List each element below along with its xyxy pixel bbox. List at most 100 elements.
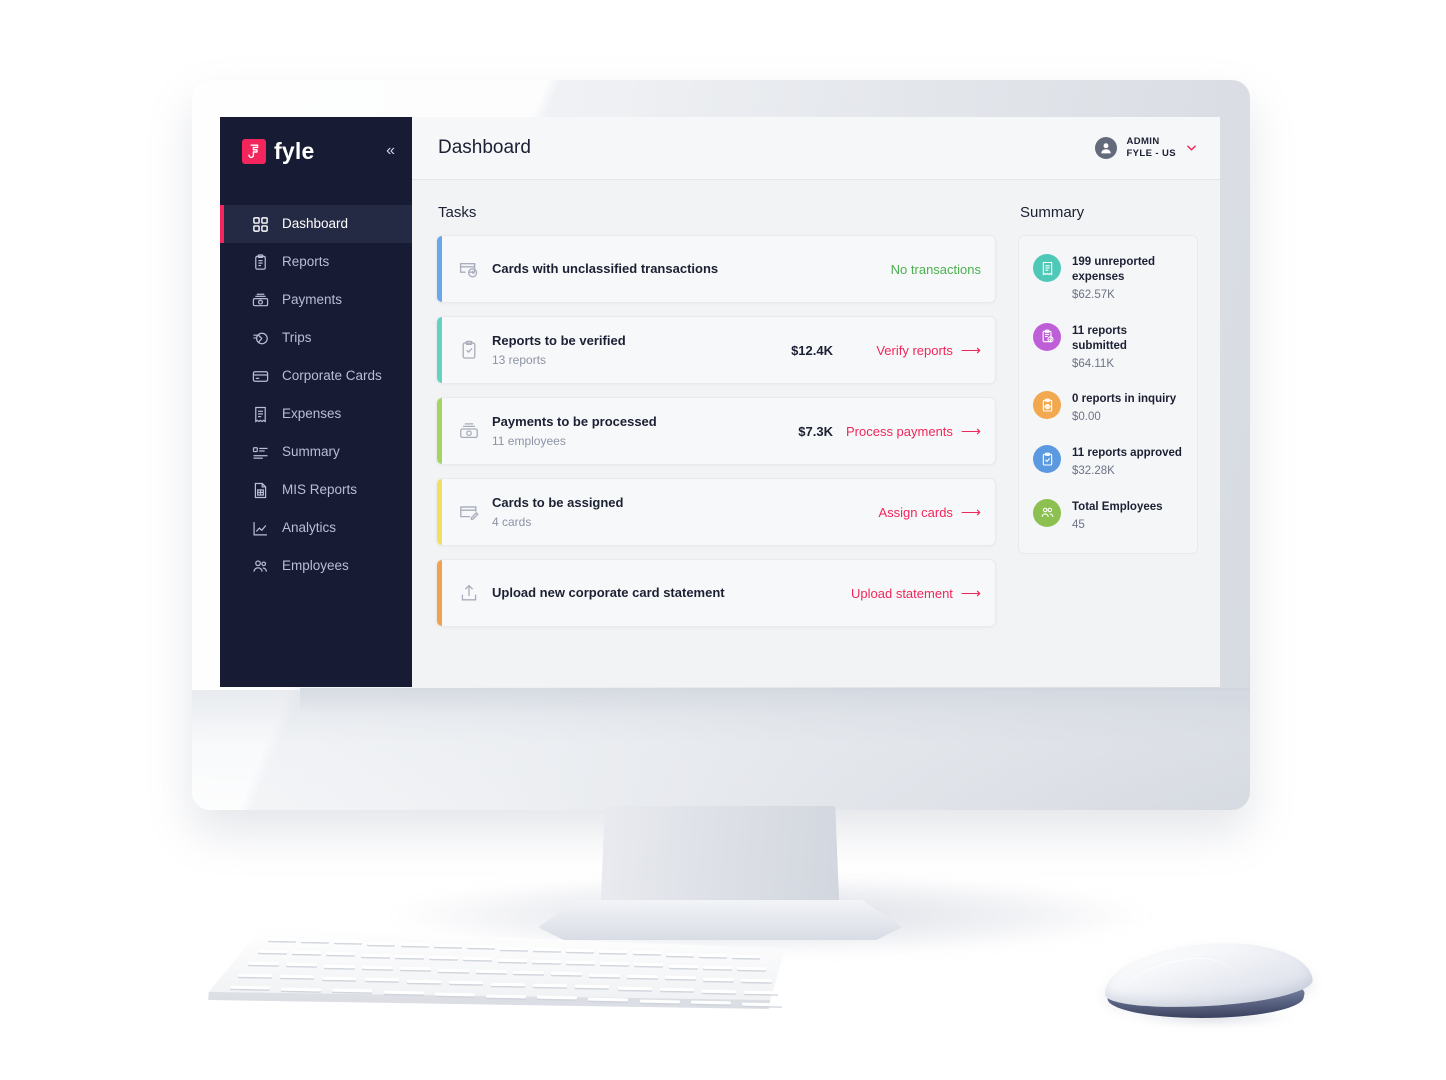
sidebar-item-label: Employees (282, 558, 349, 574)
banknote-icon (252, 293, 269, 306)
sidebar-item-corporate-cards[interactable]: Corporate Cards (220, 357, 412, 395)
tasks-heading: Tasks (438, 204, 477, 221)
sidebar-item-dashboard[interactable]: Dashboard (220, 205, 412, 243)
task-accent-bar (437, 398, 442, 464)
sidebar-item-mis-reports[interactable]: MIS Reports (220, 471, 412, 509)
trips-icon (253, 332, 268, 344)
upload-statement-link[interactable]: Upload statement ⟶ (833, 586, 981, 601)
keyboard-key (497, 958, 527, 962)
task-accent-bar (437, 317, 442, 383)
sidebar-item-label: Dashboard (282, 216, 349, 232)
receipt-icon (1033, 254, 1061, 282)
keyboard-key (301, 938, 330, 943)
process-payments-link[interactable]: Process payments ⟶ (833, 424, 981, 439)
keyboard-key (326, 952, 356, 956)
desktop-scene: fyle « Dashboard Reports Payments Trips … (0, 0, 1446, 1080)
keyboard-key (741, 1002, 783, 1007)
people-icon (1033, 498, 1061, 527)
assign-cards-link[interactable]: Assign cards ⟶ (833, 504, 982, 520)
keyboard-key (736, 966, 767, 971)
keyboard-key (475, 969, 507, 974)
keyboard-key (437, 968, 469, 972)
upload-icon (461, 584, 477, 601)
magic-mouse[interactable] (1098, 936, 1328, 1032)
keyboard-key (698, 953, 727, 958)
summary-item-label: 11 reports submitted (1072, 324, 1127, 352)
keyboard-key (267, 937, 297, 942)
task-text-block: Upload new corporate card statement (492, 585, 741, 601)
keyboard-key (394, 954, 424, 959)
sidebar-item-reports[interactable]: Reports (220, 243, 412, 281)
sidebar-item-expenses[interactable]: Expenses (220, 395, 412, 433)
keyboard-key (280, 975, 315, 979)
keyboard-key (575, 985, 610, 989)
summary-text-block: 11 reports submitted $64.11K (1072, 323, 1183, 372)
summary-item-total-employees[interactable]: Total Employees 45 (1033, 498, 1183, 533)
task-action-label: Assign cards (878, 504, 953, 520)
task-row-unclassified-transactions[interactable]: Cards with unclassified transactions No … (436, 235, 996, 303)
chart-line-icon (253, 521, 267, 536)
keyboard-key (668, 964, 698, 968)
keyboard-key (600, 961, 630, 966)
keyboard-key (361, 965, 393, 970)
magic-keyboard[interactable] (200, 928, 785, 1018)
task-text-block: Reports to be verified 13 reports (492, 333, 741, 368)
keyboard-key (632, 951, 661, 955)
keyboard-key (537, 995, 578, 1000)
sidebar-item-employees[interactable]: Employees (220, 547, 412, 585)
sidebar-item-summary[interactable]: Summary (220, 433, 412, 471)
keyboard-key (634, 963, 664, 967)
sidebar-item-payments[interactable]: Payments (220, 281, 412, 319)
keyboard-key (485, 994, 527, 998)
document-grid-icon (254, 482, 267, 498)
summary-heading: Summary (1020, 204, 1085, 221)
task-row-cards-to-be-assigned[interactable]: Cards to be assigned 4 cards Assign card… (436, 478, 996, 546)
keyboard-key (463, 957, 493, 961)
keyboard-key (551, 972, 583, 976)
keyboard-key (399, 966, 431, 971)
sidebar-item-trips[interactable]: Trips (220, 319, 412, 357)
keyboard-key (531, 959, 561, 963)
keyboard-key (490, 982, 526, 986)
summary-item-value: $62.57K (1072, 288, 1115, 301)
summary-item-unreported-expenses[interactable]: 199 unreported expenses $62.57K (1033, 254, 1183, 303)
task-text-block: Cards to be assigned 4 cards (492, 495, 741, 530)
sidebar-item-label: Payments (282, 292, 343, 308)
profile-menu[interactable]: ADMIN FYLE - US (1095, 136, 1196, 160)
keyboard-key (229, 985, 271, 990)
keyboard-key (406, 979, 441, 983)
arrow-right-icon: ⟶ (960, 504, 981, 520)
keyboard-key (247, 961, 280, 966)
keyboard-key (565, 960, 595, 965)
keyboard-key (237, 973, 273, 978)
keyboard-key (334, 940, 363, 944)
clipboard-check-icon (462, 340, 476, 359)
verify-reports-link[interactable]: Verify reports ⟶ (833, 343, 981, 358)
task-row-upload-statement[interactable]: Upload new corporate card statement Uplo… (436, 559, 996, 627)
list-icon (252, 446, 268, 459)
sidebar-item-label: Corporate Cards (282, 368, 382, 384)
keyboard-key (627, 974, 659, 979)
arrow-right-icon: ⟶ (960, 585, 981, 601)
task-title: Upload new corporate card statement (492, 584, 725, 600)
sidebar-item-analytics[interactable]: Analytics (220, 509, 412, 547)
task-row-payments-to-be-processed[interactable]: Payments to be processed 11 employees $7… (436, 397, 996, 465)
keyboard-key (323, 964, 355, 968)
topbar: Dashboard ADMIN FYLE - US (412, 117, 1220, 180)
chevron-down-icon[interactable] (1187, 144, 1196, 153)
task-action-label: Process payments (845, 423, 953, 439)
summary-item-reports-submitted[interactable]: 11 reports submitted $64.11K (1033, 322, 1183, 372)
summary-item-label: 11 reports approved (1072, 447, 1182, 460)
keyboard-key (281, 987, 322, 992)
keyboard-key (731, 954, 761, 959)
keyboard-key (703, 977, 735, 981)
arrow-right-icon: ⟶ (960, 423, 981, 439)
arrow-right-icon: ⟶ (960, 342, 981, 358)
sidebar-collapse-button[interactable]: « (386, 143, 395, 159)
tasks-column: Tasks Cards with unclassified transactio… (436, 204, 996, 640)
summary-item-reports-in-inquiry[interactable]: 0 reports in inquiry $0.00 (1033, 391, 1183, 425)
summary-item-reports-approved[interactable]: 11 reports approved $32.28K (1033, 445, 1183, 479)
sidebar-header: fyle « (220, 117, 412, 185)
task-row-reports-to-be-verified[interactable]: Reports to be verified 13 reports $12.4K… (436, 316, 996, 384)
summary-text-block: Total Employees 45 (1072, 499, 1163, 533)
